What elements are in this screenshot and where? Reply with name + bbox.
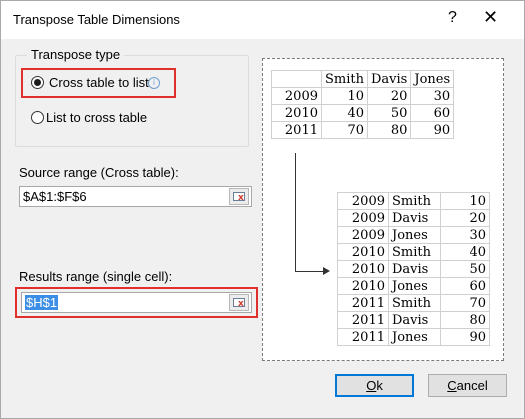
cross-cell: 20 bbox=[366, 87, 412, 105]
list-cell: 40 bbox=[440, 243, 490, 261]
source-range-select-button[interactable]: x bbox=[229, 188, 249, 205]
radio-cross-to-list[interactable] bbox=[31, 76, 44, 89]
list-cell: 30 bbox=[440, 226, 490, 244]
list-cell: Smith bbox=[388, 192, 441, 210]
list-cell: 90 bbox=[440, 328, 490, 346]
list-cell: 50 bbox=[440, 260, 490, 278]
list-cell: 60 bbox=[440, 277, 490, 295]
list-cell: Jones bbox=[388, 226, 441, 244]
cross-cell: 30 bbox=[410, 87, 455, 105]
results-range-label: Results range (single cell): bbox=[19, 269, 173, 284]
list-cell: Jones bbox=[388, 277, 441, 295]
list-cell: 2011 bbox=[337, 328, 389, 346]
cross-cell: 60 bbox=[410, 104, 455, 122]
list-table-row: 2010 Smith 40 bbox=[337, 243, 490, 261]
list-cell: Davis bbox=[388, 260, 441, 278]
list-table-preview: 2009 Smith 10 2009 Davis 20 2009 Jones 30 2010 Smi… bbox=[337, 192, 490, 346]
info-icon[interactable]: i bbox=[148, 77, 160, 89]
list-cell: Smith bbox=[388, 243, 441, 261]
cross-header-cell: Smith bbox=[321, 70, 368, 88]
cross-header-cell bbox=[271, 70, 322, 88]
results-range-select-button[interactable]: x bbox=[229, 294, 249, 311]
list-cell: 80 bbox=[440, 311, 490, 329]
list-cell: 2010 bbox=[337, 260, 389, 278]
transpose-type-label: Transpose type bbox=[27, 47, 125, 62]
cross-cell: 70 bbox=[321, 121, 368, 139]
cross-cell: 2009 bbox=[271, 87, 322, 105]
source-range-input[interactable]: $A$1:$F$6 bbox=[19, 186, 252, 207]
ok-button[interactable]: Ok bbox=[335, 374, 414, 397]
list-cell: 20 bbox=[440, 209, 490, 227]
radio-cross-to-list-label[interactable]: Cross table to list bbox=[49, 75, 149, 90]
cross-cell: 2010 bbox=[271, 104, 322, 122]
results-range-input[interactable]: $H$1 bbox=[21, 292, 252, 313]
list-table-row: 2011 Davis 80 bbox=[337, 311, 490, 329]
source-range-label: Source range (Cross table): bbox=[19, 165, 179, 180]
list-table-row: 2009 Jones 30 bbox=[337, 226, 490, 244]
list-table-row: 2009 Smith 10 bbox=[337, 192, 490, 210]
list-cell: 2010 bbox=[337, 243, 389, 261]
list-cell: Davis bbox=[388, 209, 441, 227]
arrow-line bbox=[295, 271, 323, 272]
list-cell: 10 bbox=[440, 192, 490, 210]
results-range-value: $H$1 bbox=[25, 295, 59, 310]
radio-list-to-cross-label[interactable]: List to cross table bbox=[46, 110, 147, 125]
dialog-window: Transpose Table Dimensions ? ✕ Transpose… bbox=[0, 0, 525, 419]
title-bar: Transpose Table Dimensions ? ✕ bbox=[1, 1, 524, 39]
list-table-row: 2010 Davis 50 bbox=[337, 260, 490, 278]
list-cell: 2010 bbox=[337, 277, 389, 295]
help-button[interactable]: ? bbox=[448, 9, 457, 27]
list-cell: Davis bbox=[388, 311, 441, 329]
list-table-row: 2009 Davis 20 bbox=[337, 209, 490, 227]
list-cell: Jones bbox=[388, 328, 441, 346]
source-range-value: $A$1:$F$6 bbox=[23, 189, 87, 204]
list-cell: Smith bbox=[388, 294, 441, 312]
cancel-button[interactable]: Cancel bbox=[428, 374, 507, 397]
arrow-head-icon bbox=[323, 267, 330, 275]
list-table-row: 2011 Jones 90 bbox=[337, 328, 490, 346]
list-cell: 2009 bbox=[337, 192, 389, 210]
cross-table-preview: Smith Davis Jones 2009 10 20 30 2010 40 … bbox=[271, 70, 455, 139]
cross-cell: 10 bbox=[321, 87, 368, 105]
cross-cell: 40 bbox=[321, 104, 368, 122]
list-cell: 2011 bbox=[337, 311, 389, 329]
cross-header-cell: Davis bbox=[366, 70, 412, 88]
list-cell: 70 bbox=[440, 294, 490, 312]
list-cell: 2009 bbox=[337, 209, 389, 227]
cross-cell: 2011 bbox=[271, 121, 322, 139]
cross-cell: 50 bbox=[366, 104, 412, 122]
arrow-line bbox=[295, 153, 296, 271]
list-table-row: 2011 Smith 70 bbox=[337, 294, 490, 312]
dialog-title: Transpose Table Dimensions bbox=[13, 12, 180, 27]
cross-header-cell: Jones bbox=[410, 70, 455, 88]
list-table-row: 2010 Jones 60 bbox=[337, 277, 490, 295]
cross-cell: 90 bbox=[410, 121, 455, 139]
list-cell: 2011 bbox=[337, 294, 389, 312]
radio-list-to-cross[interactable] bbox=[31, 111, 44, 124]
close-icon[interactable]: ✕ bbox=[483, 7, 498, 28]
list-cell: 2009 bbox=[337, 226, 389, 244]
cross-cell: 80 bbox=[366, 121, 412, 139]
